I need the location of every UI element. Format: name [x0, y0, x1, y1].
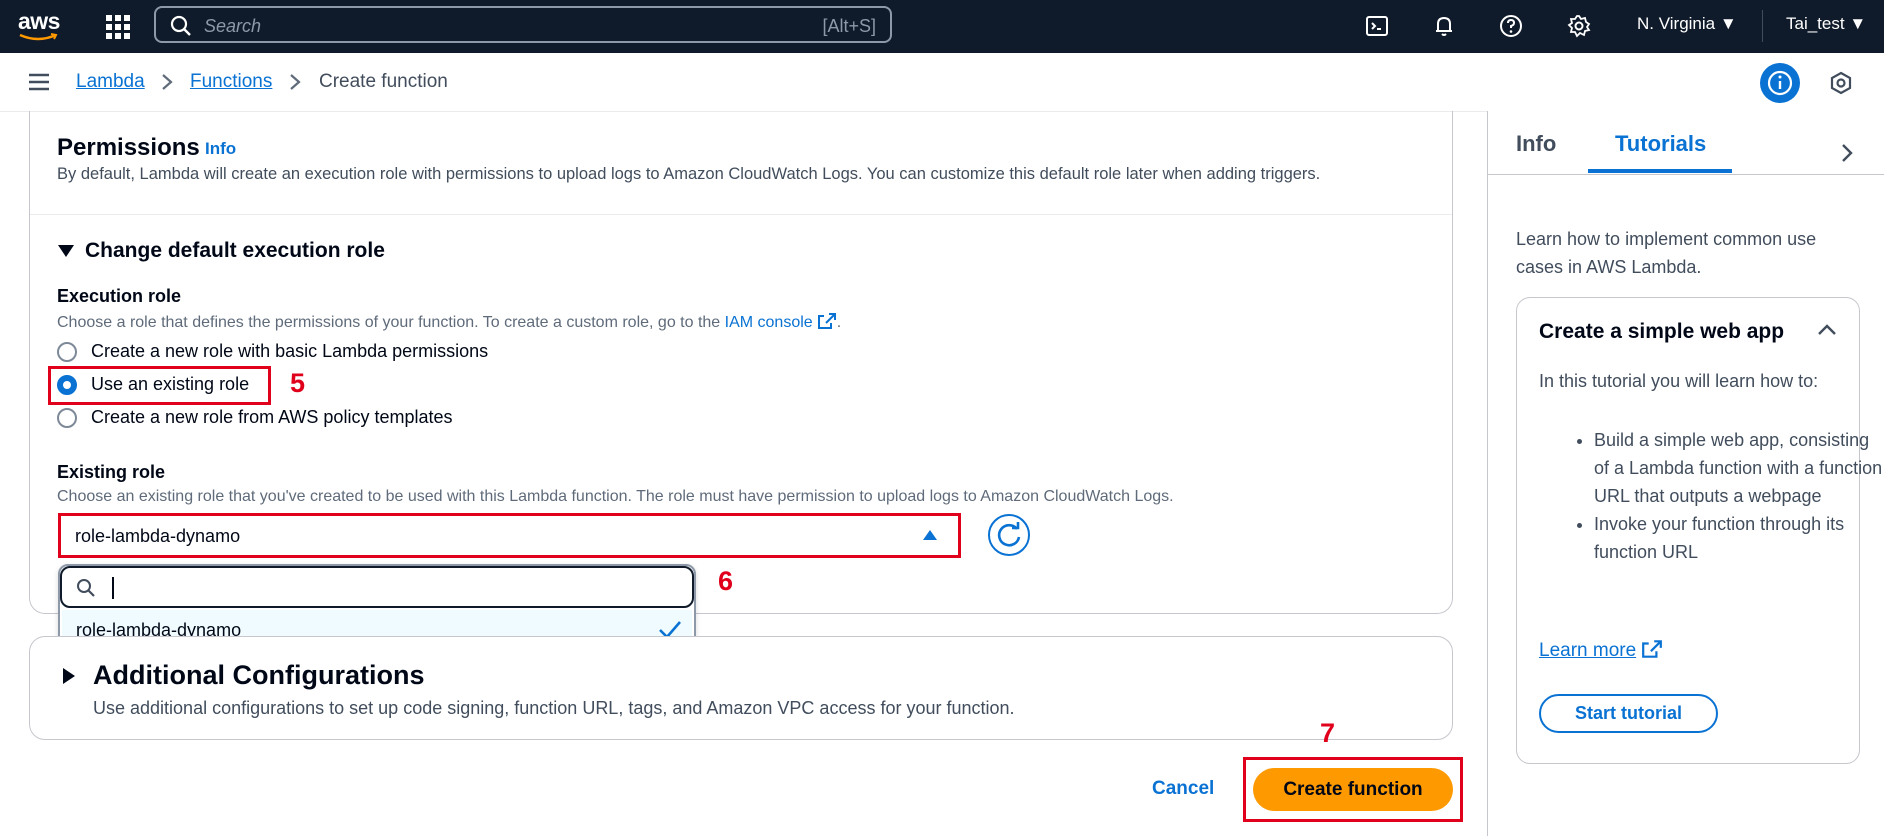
search-input[interactable]: Search [Alt+S] [154, 6, 892, 43]
external-link-icon [1642, 640, 1663, 658]
annotation-number-6: 6 [718, 566, 734, 596]
refresh-icon [997, 522, 1021, 547]
breadcrumb-bar: Lambda Functions Create function [0, 53, 1884, 112]
tab-tutorials[interactable]: Tutorials [1615, 131, 1706, 157]
annotation-number-5: 5 [290, 368, 306, 398]
breadcrumb-functions[interactable]: Functions [190, 71, 272, 93]
divider [30, 214, 1452, 215]
radio-label-policy-templates-role[interactable]: Create a new role from AWS policy templa… [91, 407, 452, 428]
permissions-info-link[interactable]: Info [205, 139, 236, 159]
chevron-right-icon [290, 74, 301, 90]
search-placeholder: Search [204, 16, 262, 36]
radio-label-create-basic-role[interactable]: Create a new role with basic Lambda perm… [91, 341, 488, 362]
annotation-box-6 [58, 513, 961, 558]
annotation-box-7 [1243, 757, 1463, 822]
change-execution-role-toggle[interactable]: Change default execution role [85, 239, 385, 263]
aws-logo[interactable]: aws [18, 8, 60, 41]
cancel-button[interactable]: Cancel [1152, 778, 1214, 800]
radio-create-basic-role[interactable] [57, 342, 77, 362]
tutorial-body: In this tutorial you will learn how to: [1539, 371, 1819, 391]
notifications-bell-icon[interactable] [1432, 14, 1456, 38]
top-navigation: aws Search [Alt+S] N. Virginia ▼ Tai_tes… [0, 0, 1884, 53]
menu-hamburger-icon[interactable] [28, 73, 50, 91]
cloudshell-icon[interactable] [1365, 14, 1389, 38]
info-panel-toggle[interactable] [1760, 63, 1800, 103]
chevron-right-icon[interactable] [1840, 143, 1854, 163]
breadcrumb-current: Create function [319, 71, 448, 92]
annotation-box-5 [48, 366, 271, 405]
help-icon[interactable] [1499, 14, 1523, 38]
tab-info[interactable]: Info [1516, 131, 1556, 157]
refresh-roles-button[interactable] [988, 514, 1030, 556]
additional-configurations-description: Use additional configurations to set up … [93, 698, 1015, 718]
permissions-title: Permissions [57, 134, 200, 161]
learn-more-link[interactable]: Learn more [1539, 639, 1663, 662]
info-icon [1767, 70, 1793, 96]
account-menu[interactable]: Tai_test ▼ [1786, 14, 1866, 34]
start-tutorial-button[interactable]: Start tutorial [1539, 694, 1718, 733]
external-link-icon [817, 313, 836, 329]
tutorial-steps: Build a simple web app, consisting of a … [1557, 426, 1884, 566]
execution-role-label: Execution role [57, 286, 182, 306]
execution-role-description: Choose a role that defines the permissio… [57, 313, 842, 331]
expand-triangle-icon[interactable] [63, 668, 75, 684]
existing-role-label: Existing role [57, 462, 166, 482]
search-icon [77, 579, 95, 597]
existing-role-description: Choose an existing role that you've crea… [57, 488, 1174, 505]
list-item: Build a simple web app, consisting of a … [1594, 426, 1884, 510]
caret-down-icon: ▼ [1849, 14, 1867, 33]
annotation-number-7: 7 [1320, 718, 1336, 748]
iam-console-link[interactable]: IAM console [725, 314, 813, 331]
search-shortcut: [Alt+S] [822, 16, 876, 36]
panel-intro-text: Learn how to implement common use cases … [1516, 229, 1817, 277]
active-tab-indicator [1588, 169, 1732, 173]
feedback-hexagon-icon[interactable] [1829, 71, 1853, 95]
permissions-description: By default, Lambda will create an execut… [57, 165, 1321, 183]
region-selector[interactable]: N. Virginia ▼ [1637, 14, 1737, 34]
divider [1488, 174, 1884, 175]
radio-policy-templates-role[interactable] [57, 408, 77, 428]
chevron-right-icon [162, 74, 173, 90]
breadcrumb-lambda[interactable]: Lambda [76, 71, 145, 93]
tutorial-title[interactable]: Create a simple web app [1539, 320, 1784, 344]
caret-down-icon: ▼ [1719, 14, 1737, 33]
list-item: Invoke your function through its functio… [1594, 510, 1884, 566]
role-filter-input[interactable] [60, 566, 694, 608]
expand-triangle-icon[interactable] [58, 245, 74, 257]
text-cursor [112, 577, 114, 599]
search-icon [170, 15, 191, 36]
chevron-up-icon[interactable] [1817, 323, 1837, 337]
additional-configurations-toggle[interactable]: Additional Configurations [93, 660, 424, 691]
services-grid-icon[interactable] [106, 15, 130, 39]
settings-gear-icon[interactable] [1567, 14, 1591, 38]
